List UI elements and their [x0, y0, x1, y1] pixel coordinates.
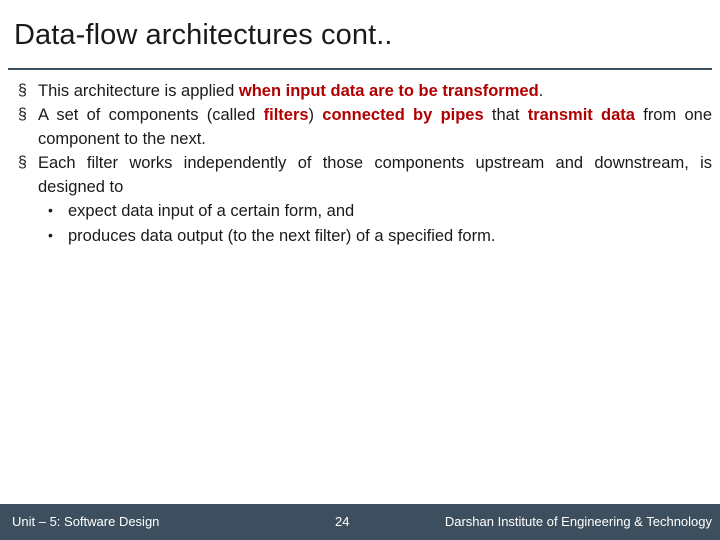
- slide-body: § This architecture is applied when inpu…: [12, 80, 712, 250]
- footer-unit-label: Unit – 5: Software Design: [12, 514, 160, 529]
- highlight-text: transmit data: [527, 106, 635, 125]
- page-title: Data-flow architectures cont..: [14, 19, 393, 51]
- sub-bullet-text: expect data input of a certain form, and: [68, 202, 355, 221]
- slide-footer: Unit – 5: Software Design 24 Darshan Ins…: [0, 504, 720, 540]
- sub-bullet-item: • produces data output (to the next filt…: [12, 225, 712, 249]
- bullet-item: § A set of components (called filters) c…: [12, 104, 712, 151]
- bullet-item: § This architecture is applied when inpu…: [12, 80, 712, 103]
- bullet-marker: §: [18, 106, 27, 124]
- footer-institute-label: Darshan Institute of Engineering & Techn…: [444, 514, 712, 529]
- sub-bullet-marker: •: [48, 202, 53, 219]
- bullet-marker: §: [18, 82, 27, 99]
- sub-bullet-item: • expect data input of a certain form, a…: [12, 200, 712, 224]
- bullet-item: § Each filter works independently of tho…: [12, 152, 712, 199]
- highlight-text: connected by pipes: [322, 106, 484, 125]
- bullet-text: This architecture is applied when input …: [38, 82, 544, 100]
- title-divider: [8, 68, 712, 70]
- footer-page-number: 24: [335, 514, 350, 529]
- highlight-text: when input data are to be transformed: [238, 82, 539, 100]
- slide: Data-flow architectures cont.. § This ar…: [0, 0, 720, 540]
- bullet-text: Each filter works independently of those…: [38, 154, 712, 196]
- highlight-text: filters: [263, 106, 309, 125]
- bullet-marker: §: [18, 154, 27, 172]
- sub-bullet-text: produces data output (to the next filter…: [68, 227, 496, 246]
- sub-bullet-marker: •: [48, 227, 53, 244]
- bullet-text: A set of components (called filters) con…: [38, 106, 713, 148]
